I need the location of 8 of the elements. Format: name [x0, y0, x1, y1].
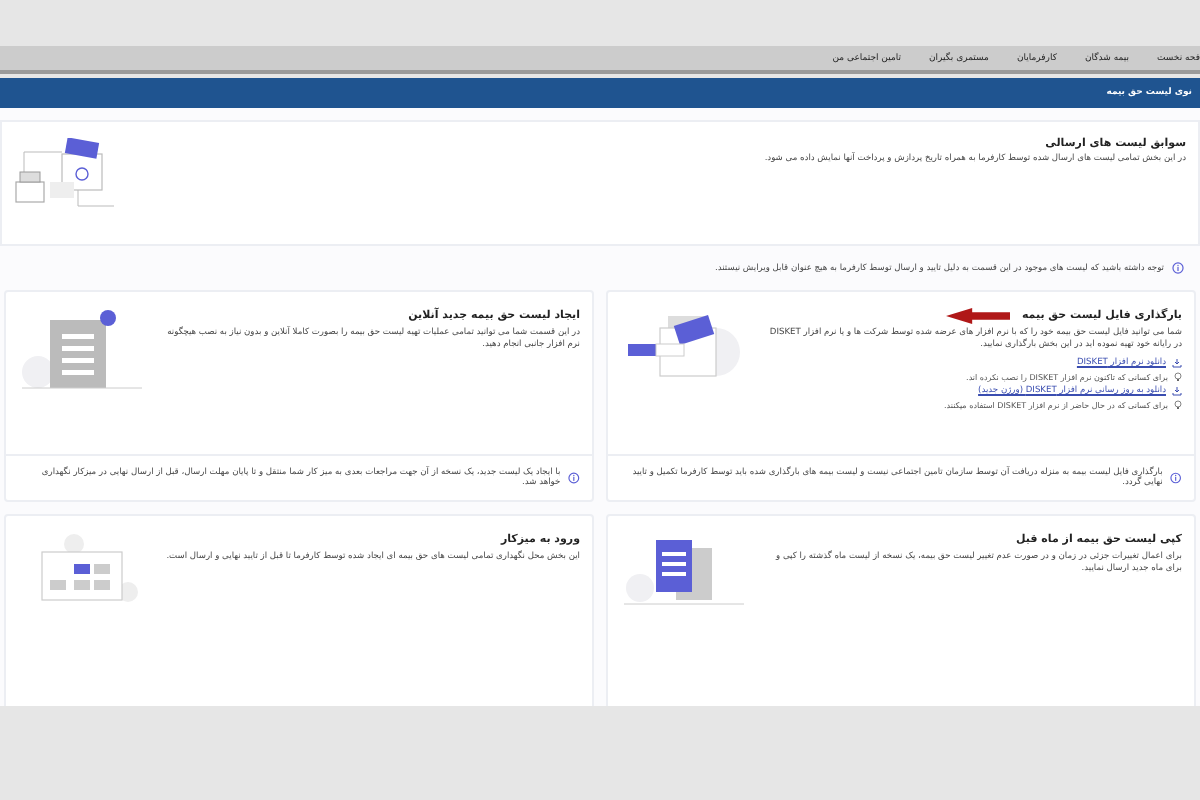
- download-icon: [1172, 385, 1182, 396]
- download-icon: [1172, 357, 1182, 368]
- card-background[interactable]: [606, 290, 1196, 502]
- info-icon: [568, 472, 580, 484]
- lightbulb-icon: [1174, 399, 1182, 410]
- info-icon: [1170, 472, 1182, 484]
- info-icon: [1172, 262, 1184, 274]
- lightbulb-icon: [1174, 371, 1182, 382]
